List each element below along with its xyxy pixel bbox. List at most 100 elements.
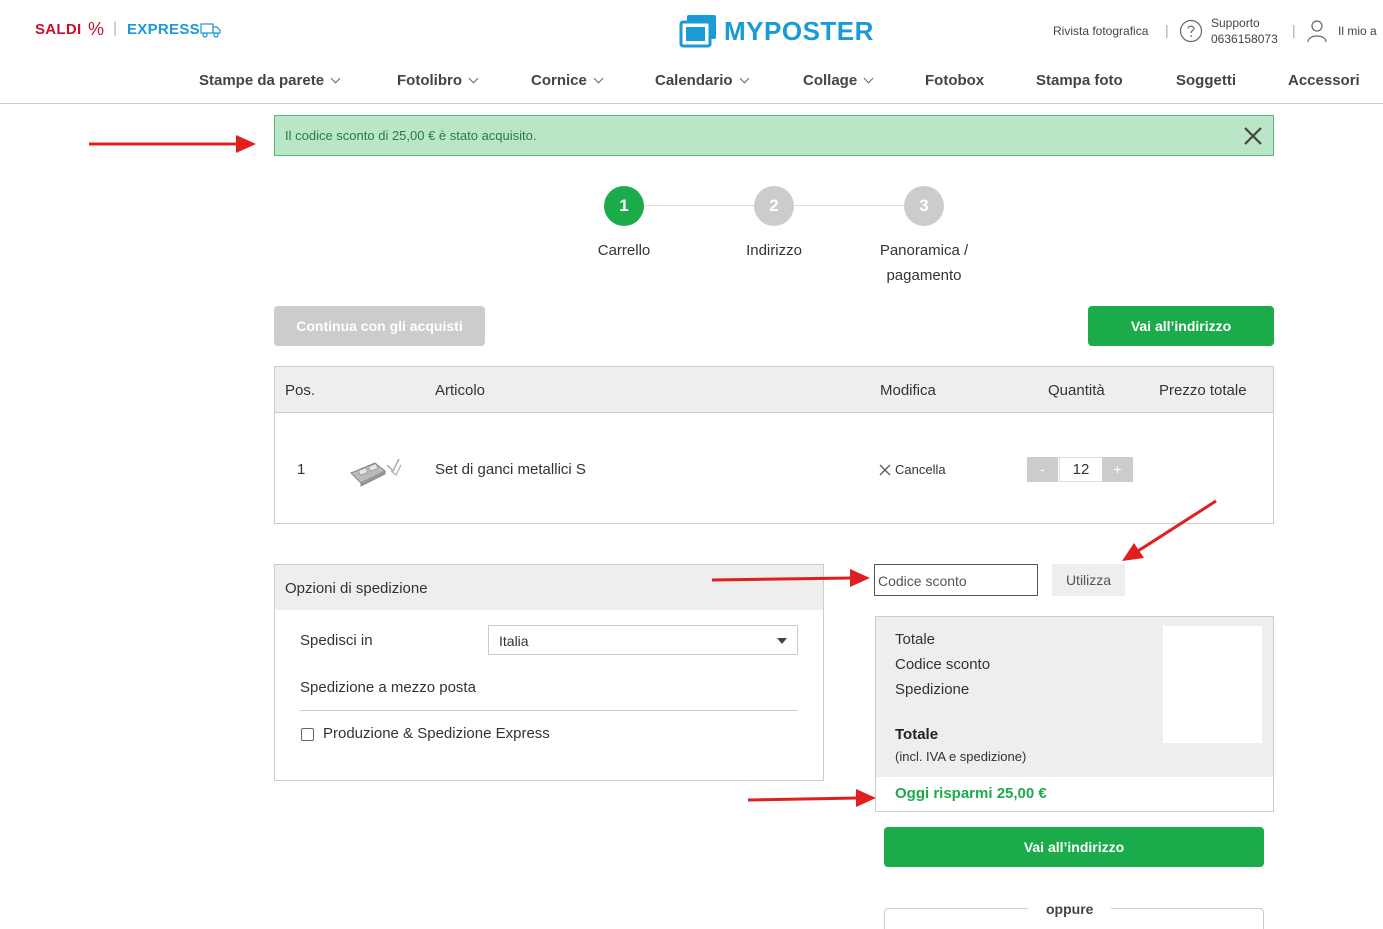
go-to-address-button[interactable]: Vai all’indirizzo	[1088, 306, 1274, 346]
chevron-down-icon	[330, 73, 341, 84]
caret-down-icon	[777, 638, 787, 644]
question-icon[interactable]	[1179, 19, 1203, 43]
step-label-text: Indirizzo	[746, 242, 802, 259]
coupon-code-input[interactable]: Codice sconto	[874, 564, 1038, 596]
savings-message: Oggi risparmi 25,00 €	[895, 785, 1047, 802]
nav-item-fotolibro[interactable]: Fotolibro	[397, 72, 479, 89]
nav-label: Calendario	[655, 72, 733, 89]
oppure-label: oppure	[1028, 901, 1112, 917]
main-nav: Stampe da parete Fotolibro Cornice Calen…	[0, 62, 1383, 104]
shipping-options-header: Opzioni di spedizione	[275, 565, 823, 610]
nav-label: Fotolibro	[397, 72, 462, 89]
shipping-cost-label: Spedizione	[895, 681, 970, 698]
product-thumbnail[interactable]	[347, 451, 405, 489]
nav-item-accessori[interactable]: Accessori	[1288, 72, 1360, 89]
nav-label: Accessori	[1288, 72, 1360, 89]
logo-mark-icon	[679, 15, 716, 48]
column-header-article: Articolo	[435, 382, 486, 399]
continue-shopping-button[interactable]: Continua con gli acquisti	[274, 306, 485, 346]
nav-item-stampe-da-parete[interactable]: Stampe da parete	[199, 72, 341, 89]
top-bar: SALDI % | EXPRESS MYPOSTER Rivista fotog…	[0, 0, 1383, 62]
express-link[interactable]: EXPRESS	[127, 21, 200, 38]
shipping-options-panel: Opzioni di spedizione Spedisci in Italia…	[274, 564, 824, 781]
nav-item-cornice[interactable]: Cornice	[531, 72, 604, 89]
quantity-decrease-button[interactable]: -	[1027, 457, 1058, 482]
order-summary: Totale Codice sconto Spedizione Totale (…	[875, 616, 1274, 812]
subtotal-label: Totale	[895, 631, 936, 648]
grand-total-label: Totale	[895, 726, 939, 743]
product-name: Set di ganci metallici S	[435, 461, 586, 478]
divider	[300, 710, 798, 711]
myposter-logo[interactable]: MYPOSTER	[678, 13, 874, 49]
nav-label: Stampa foto	[1036, 72, 1123, 89]
shipping-method-label: Spedizione a mezzo posta	[300, 679, 476, 696]
step-3-circle: 3	[904, 186, 944, 226]
logo-text: MYPOSTER	[724, 15, 874, 46]
rivista-link[interactable]: Rivista fotografica	[1053, 24, 1148, 38]
account-link[interactable]: Il mio a	[1338, 24, 1377, 38]
nav-item-collage[interactable]: Collage	[803, 72, 874, 89]
arrow-to-savings	[747, 789, 876, 807]
step-1-circle: 1	[604, 186, 644, 226]
separator: |	[1165, 22, 1169, 38]
step-label-text: Carrello	[597, 242, 651, 259]
coupon-discount-label: Codice sconto	[895, 656, 991, 673]
truck-icon	[200, 23, 221, 38]
step-3-label: Panoramica / pagamento	[854, 238, 994, 288]
price-values-area	[1163, 626, 1262, 743]
separator: |	[1292, 22, 1296, 38]
ship-to-label: Spedisci in	[300, 632, 373, 649]
column-header-total-price: Prezzo totale	[1159, 382, 1247, 399]
support-phone: 0636158073	[1211, 32, 1278, 46]
nav-item-soggetti[interactable]: Soggetti	[1176, 72, 1236, 89]
nav-label: Soggetti	[1176, 72, 1236, 89]
step-connector	[794, 205, 904, 206]
cancel-item-button[interactable]: Cancella	[879, 462, 946, 477]
column-header-edit: Modifica	[880, 382, 936, 399]
country-select-value: Italia	[499, 633, 529, 649]
saldi-link[interactable]: SALDI	[35, 21, 82, 38]
cart-table-header: Pos. Articolo Modifica Quantità Prezzo t…	[275, 367, 1273, 413]
coupon-placeholder: Codice sconto	[878, 573, 967, 589]
coupon-success-alert: Il codice sconto di 25,00 € è stato acqu…	[274, 115, 1274, 156]
percent-icon: %	[88, 19, 105, 39]
nav-item-calendario[interactable]: Calendario	[655, 72, 749, 89]
nav-label: Fotobox	[925, 72, 985, 89]
express-option-label[interactable]: Produzione & Spedizione Express	[323, 725, 550, 742]
order-summary-totals: Totale Codice sconto Spedizione Totale (…	[876, 617, 1273, 777]
nav-label: Collage	[803, 72, 858, 89]
close-icon[interactable]	[1242, 125, 1264, 147]
arrow-to-alert	[89, 135, 256, 153]
step-1-label: Carrello	[574, 238, 674, 263]
user-icon[interactable]	[1306, 18, 1328, 44]
apply-coupon-button[interactable]: Utilizza	[1052, 564, 1125, 596]
nav-item-stampa-foto[interactable]: Stampa foto	[1036, 72, 1123, 89]
chevron-down-icon	[468, 73, 479, 84]
nav-label: Cornice	[531, 72, 587, 89]
go-to-address-button-bottom[interactable]: Vai all’indirizzo	[884, 827, 1264, 867]
step-label-text: Panoramica /	[879, 242, 969, 259]
step-connector	[644, 205, 754, 206]
support-label: Supporto	[1211, 16, 1260, 30]
express-checkbox[interactable]	[301, 728, 314, 741]
grand-total-note: (incl. IVA e spedizione)	[895, 749, 1027, 764]
column-header-pos: Pos.	[285, 382, 316, 399]
column-header-quantity: Quantità	[1048, 382, 1105, 399]
country-select[interactable]: Italia	[488, 625, 798, 655]
chevron-down-icon	[863, 73, 874, 84]
chevron-down-icon	[739, 73, 749, 84]
quantity-input[interactable]: 12	[1059, 457, 1103, 482]
cancel-label: Cancella	[895, 462, 946, 477]
row-position: 1	[297, 461, 306, 478]
step-label-text: pagamento	[886, 267, 962, 284]
nav-item-fotobox[interactable]: Fotobox	[925, 72, 984, 89]
quantity-increase-button[interactable]: +	[1102, 457, 1133, 482]
cart-table: Pos. Articolo Modifica Quantità Prezzo t…	[274, 366, 1274, 524]
chevron-down-icon	[593, 73, 604, 84]
shipping-options-title: Opzioni di spedizione	[285, 580, 428, 597]
alert-message: Il codice sconto di 25,00 € è stato acqu…	[285, 128, 537, 143]
separator: |	[113, 20, 118, 37]
step-2-circle: 2	[754, 186, 794, 226]
nav-label: Stampe da parete	[199, 72, 325, 89]
support-info[interactable]: Supporto 0636158073	[1211, 15, 1278, 47]
